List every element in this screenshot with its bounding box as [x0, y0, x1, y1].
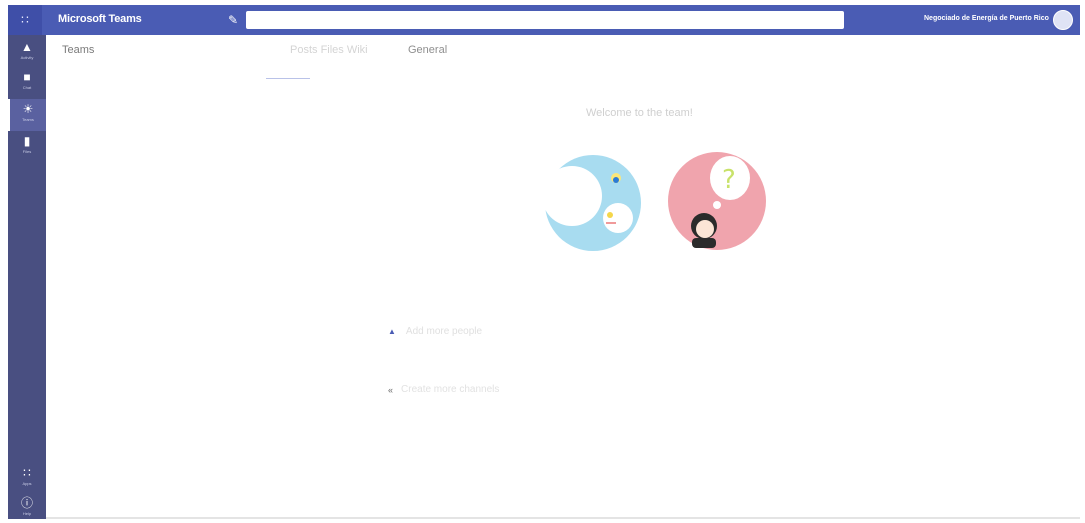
avatar[interactable]	[1053, 10, 1073, 30]
bottom-divider	[46, 517, 1080, 519]
add-people-icon: ▲	[388, 327, 396, 336]
bell-icon: ▲	[21, 40, 33, 54]
question-mark-icon: ?	[722, 165, 736, 195]
rail-item-files[interactable]: ▮ Files	[8, 131, 46, 163]
rail-item-label: Chat	[22, 85, 32, 90]
teams-icon: ☀	[22, 102, 34, 116]
person-face-shape	[696, 220, 714, 238]
rail-item-help[interactable]: ⓘ Help	[8, 493, 46, 523]
rail-item-teams[interactable]: ☀ Teams	[8, 99, 46, 131]
channel-icon: «	[388, 384, 394, 395]
top-bar: ∷ Microsoft Teams ✎ Negociado de Energía…	[8, 5, 1080, 35]
create-channels-text: Create more channels	[401, 384, 500, 395]
rail-item-activity[interactable]: ▲ Activity	[8, 37, 46, 69]
welcome-text: Welcome to the team!	[586, 107, 693, 119]
tab-posts[interactable]: Posts Files Wiki	[290, 44, 368, 56]
smile-shape	[606, 222, 616, 224]
rail-item-apps[interactable]: ∷ Apps	[8, 463, 46, 495]
rail-item-chat[interactable]: ■ Chat	[8, 67, 46, 99]
search-input[interactable]	[246, 11, 844, 29]
apps-icon: ∷	[23, 466, 31, 480]
new-chat-icon[interactable]: ✎	[228, 13, 242, 27]
rail-item-label: Files	[22, 149, 32, 154]
org-name[interactable]: Negociado de Energía de Puerto Rico	[924, 15, 1049, 22]
team-illustration-right: ?	[668, 152, 766, 250]
chat-icon: ■	[23, 70, 31, 84]
rail-item-label: Apps	[22, 481, 32, 486]
add-people-row[interactable]: ▲ Add more people	[388, 326, 482, 337]
rail-item-label: Teams	[22, 117, 34, 122]
person-body-shape	[692, 238, 716, 248]
app-launcher-icon[interactable]: ∷	[8, 5, 42, 35]
rail-item-label: Help	[22, 511, 32, 516]
team-illustration-left	[545, 155, 641, 251]
left-rail: ▲ Activity ■ Chat ☀ Teams ▮ Files ∷ Apps…	[8, 35, 46, 519]
app-title: Microsoft Teams	[58, 13, 142, 25]
thought-dot-shape	[713, 201, 721, 209]
help-icon: ⓘ	[20, 496, 33, 510]
active-tab-indicator	[266, 78, 310, 79]
small-dot-shape	[607, 212, 613, 218]
tab-general[interactable]: General	[408, 44, 447, 56]
file-icon: ▮	[23, 134, 31, 148]
dot-shape	[613, 177, 619, 183]
rail-item-label: Activity	[20, 55, 34, 60]
add-people-text: Add more people	[405, 326, 483, 337]
crescent-shape	[545, 155, 641, 251]
teams-label[interactable]: Teams	[62, 44, 94, 56]
create-channels-row[interactable]: « Create more channels	[388, 384, 499, 395]
bubble-shape	[603, 203, 633, 233]
